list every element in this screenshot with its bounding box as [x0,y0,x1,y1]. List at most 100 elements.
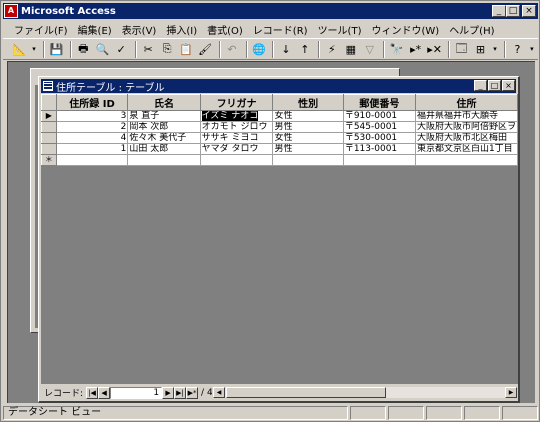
column-header[interactable]: 住所録 ID [55,94,129,111]
table-datasheet-window[interactable]: 住所テーブル : テーブル _ □ × 住所録 ID 氏名 フリガナ 性別 郵便… [38,76,520,403]
sort-ascending-icon[interactable]: ↓ [277,41,294,58]
table-cell[interactable] [56,154,129,166]
column-header[interactable]: 性別 [272,94,344,111]
table-cell[interactable] [200,154,274,166]
new-object-dropdown-icon[interactable]: ▾ [491,41,499,58]
menu-view[interactable]: 表示(V) [117,22,162,37]
previous-record-icon[interactable]: ◀ [98,386,111,399]
sort-descending-icon[interactable]: ↑ [296,41,313,58]
menu-help[interactable]: ヘルプ(H) [444,22,499,37]
filter-by-form-icon[interactable]: ▦ [342,41,359,58]
print-icon[interactable]: 🖶 [75,41,92,58]
menu-format[interactable]: 書式(O) [202,22,248,37]
paste-icon[interactable]: 📋 [178,41,195,58]
scroll-thumb[interactable] [226,387,386,398]
table-cell[interactable]: 東京都文京区白山1丁目 [415,143,518,155]
menu-file[interactable]: ファイル(F) [9,22,73,37]
record-selector[interactable]: ＊ [41,154,57,166]
menu-tools[interactable]: ツール(T) [313,22,367,37]
table-cell[interactable]: 大阪府大阪市北区梅田 [415,132,518,144]
table-cell[interactable]: 女性 [272,110,344,122]
new-object-icon[interactable]: ⊞ [472,41,489,58]
minimize-icon[interactable]: _ [492,5,506,17]
table-cell[interactable]: 4 [56,132,129,144]
table-cell[interactable]: イズミ ナオコ [200,110,274,122]
table-cell[interactable]: 〒530-0001 [343,132,416,144]
help-icon[interactable]: ? [509,41,526,58]
table-cell[interactable]: 佐々木 美代子 [127,132,201,144]
record-selector[interactable] [41,143,57,155]
next-record-icon[interactable]: ▶ [162,386,175,399]
table-cell[interactable]: 3 [56,110,129,122]
corner-selector[interactable] [41,94,57,111]
apply-filter-icon[interactable]: ▽ [361,41,378,58]
view-icon[interactable]: 📐 [11,41,28,58]
app-title: Microsoft Access [21,5,116,17]
table-cell[interactable]: 男性 [272,121,344,133]
column-header[interactable]: 郵便番号 [342,94,416,111]
column-header[interactable]: 住所 [414,94,518,111]
table-cell[interactable] [272,154,344,166]
menu-insert[interactable]: 挿入(I) [161,22,202,37]
status-indicator [350,406,386,420]
table-cell[interactable]: オカモト ジロウ [200,121,274,133]
new-record-nav-icon[interactable]: ▶* [186,386,199,399]
scroll-left-icon[interactable]: ◀ [213,387,225,398]
table-row: 2 岡本 次郎 オカモト ジロウ 男性 〒545-0001 大阪府大阪市阿倍野区… [41,121,518,133]
table-cell[interactable]: 大阪府大阪市阿倍野区ヲ [415,121,518,133]
record-selector[interactable] [41,132,57,144]
table-cell[interactable]: 岡本 次郎 [127,121,201,133]
cut-icon[interactable]: ✂ [140,41,157,58]
record-total: / 4 [201,387,213,398]
table-row: 4 佐々木 美代子 ササキ ミヨコ 女性 〒530-0001 大阪府大阪市北区梅… [41,132,518,144]
print-preview-icon[interactable]: 🔍 [94,41,111,58]
record-selector[interactable] [41,121,57,133]
database-window-icon[interactable]: 🗔 [453,41,470,58]
table-cell[interactable] [127,154,201,166]
table-cell[interactable]: 福井県福井市大願寺 [415,110,518,122]
table-cell[interactable]: 女性 [272,132,344,144]
spelling-icon[interactable]: ✓ [113,41,130,58]
format-painter-icon[interactable]: 🖌 [197,41,214,58]
new-record-icon[interactable]: ▸* [407,41,424,58]
table-cell[interactable]: ヤマダ タロウ [200,143,274,155]
table-cell[interactable]: 男性 [272,143,344,155]
view-dropdown-icon[interactable]: ▾ [30,41,38,58]
close-icon[interactable]: × [522,5,536,17]
table-cell[interactable]: 〒113-0001 [343,143,416,155]
delete-record-icon[interactable]: ▸✕ [426,41,443,58]
column-header[interactable]: フリガナ [199,94,274,111]
table-cell[interactable]: 泉 直子 [127,110,201,122]
record-number-input[interactable]: 1 [110,386,163,399]
column-header[interactable]: 氏名 [127,94,201,111]
undo-icon[interactable]: ↶ [224,41,241,58]
table-cell[interactable]: 〒910-0001 [343,110,416,122]
menu-window[interactable]: ウィンドウ(W) [366,22,444,37]
table-cell[interactable]: 1 [56,143,129,155]
scroll-right-icon[interactable]: ▶ [505,387,517,398]
close-icon[interactable]: × [502,80,515,91]
menu-records[interactable]: レコード(R) [248,22,313,37]
first-record-icon[interactable]: |◀ [86,386,99,399]
table-cell[interactable]: ササキ ミヨコ [200,132,274,144]
copy-icon[interactable]: ⎘ [159,41,176,58]
table-cell[interactable]: 〒545-0001 [343,121,416,133]
filter-by-selection-icon[interactable]: ⚡ [323,41,340,58]
help-dropdown-icon[interactable]: ▾ [528,41,536,58]
maximize-icon[interactable]: □ [488,80,501,91]
datasheet-grid: 住所録 ID 氏名 フリガナ 性別 郵便番号 住所 ▶ 3 泉 直子 イズミ ナ… [41,94,518,166]
table-cell[interactable] [343,154,416,166]
table-cell[interactable]: 2 [56,121,129,133]
find-icon[interactable]: 🔭 [388,41,405,58]
last-record-icon[interactable]: ▶| [174,386,187,399]
minimize-icon[interactable]: _ [474,80,487,91]
table-cell[interactable] [415,154,518,166]
toolbar-separator [272,40,275,58]
record-selector[interactable]: ▶ [41,110,57,122]
hyperlink-icon[interactable]: 🌐 [251,41,268,58]
menu-edit[interactable]: 編集(E) [73,22,117,37]
save-icon[interactable]: 💾 [48,41,65,58]
table-cell[interactable]: 山田 太郎 [127,143,201,155]
maximize-icon[interactable]: □ [506,5,520,17]
horizontal-scrollbar[interactable]: ◀ ▶ [212,386,518,399]
